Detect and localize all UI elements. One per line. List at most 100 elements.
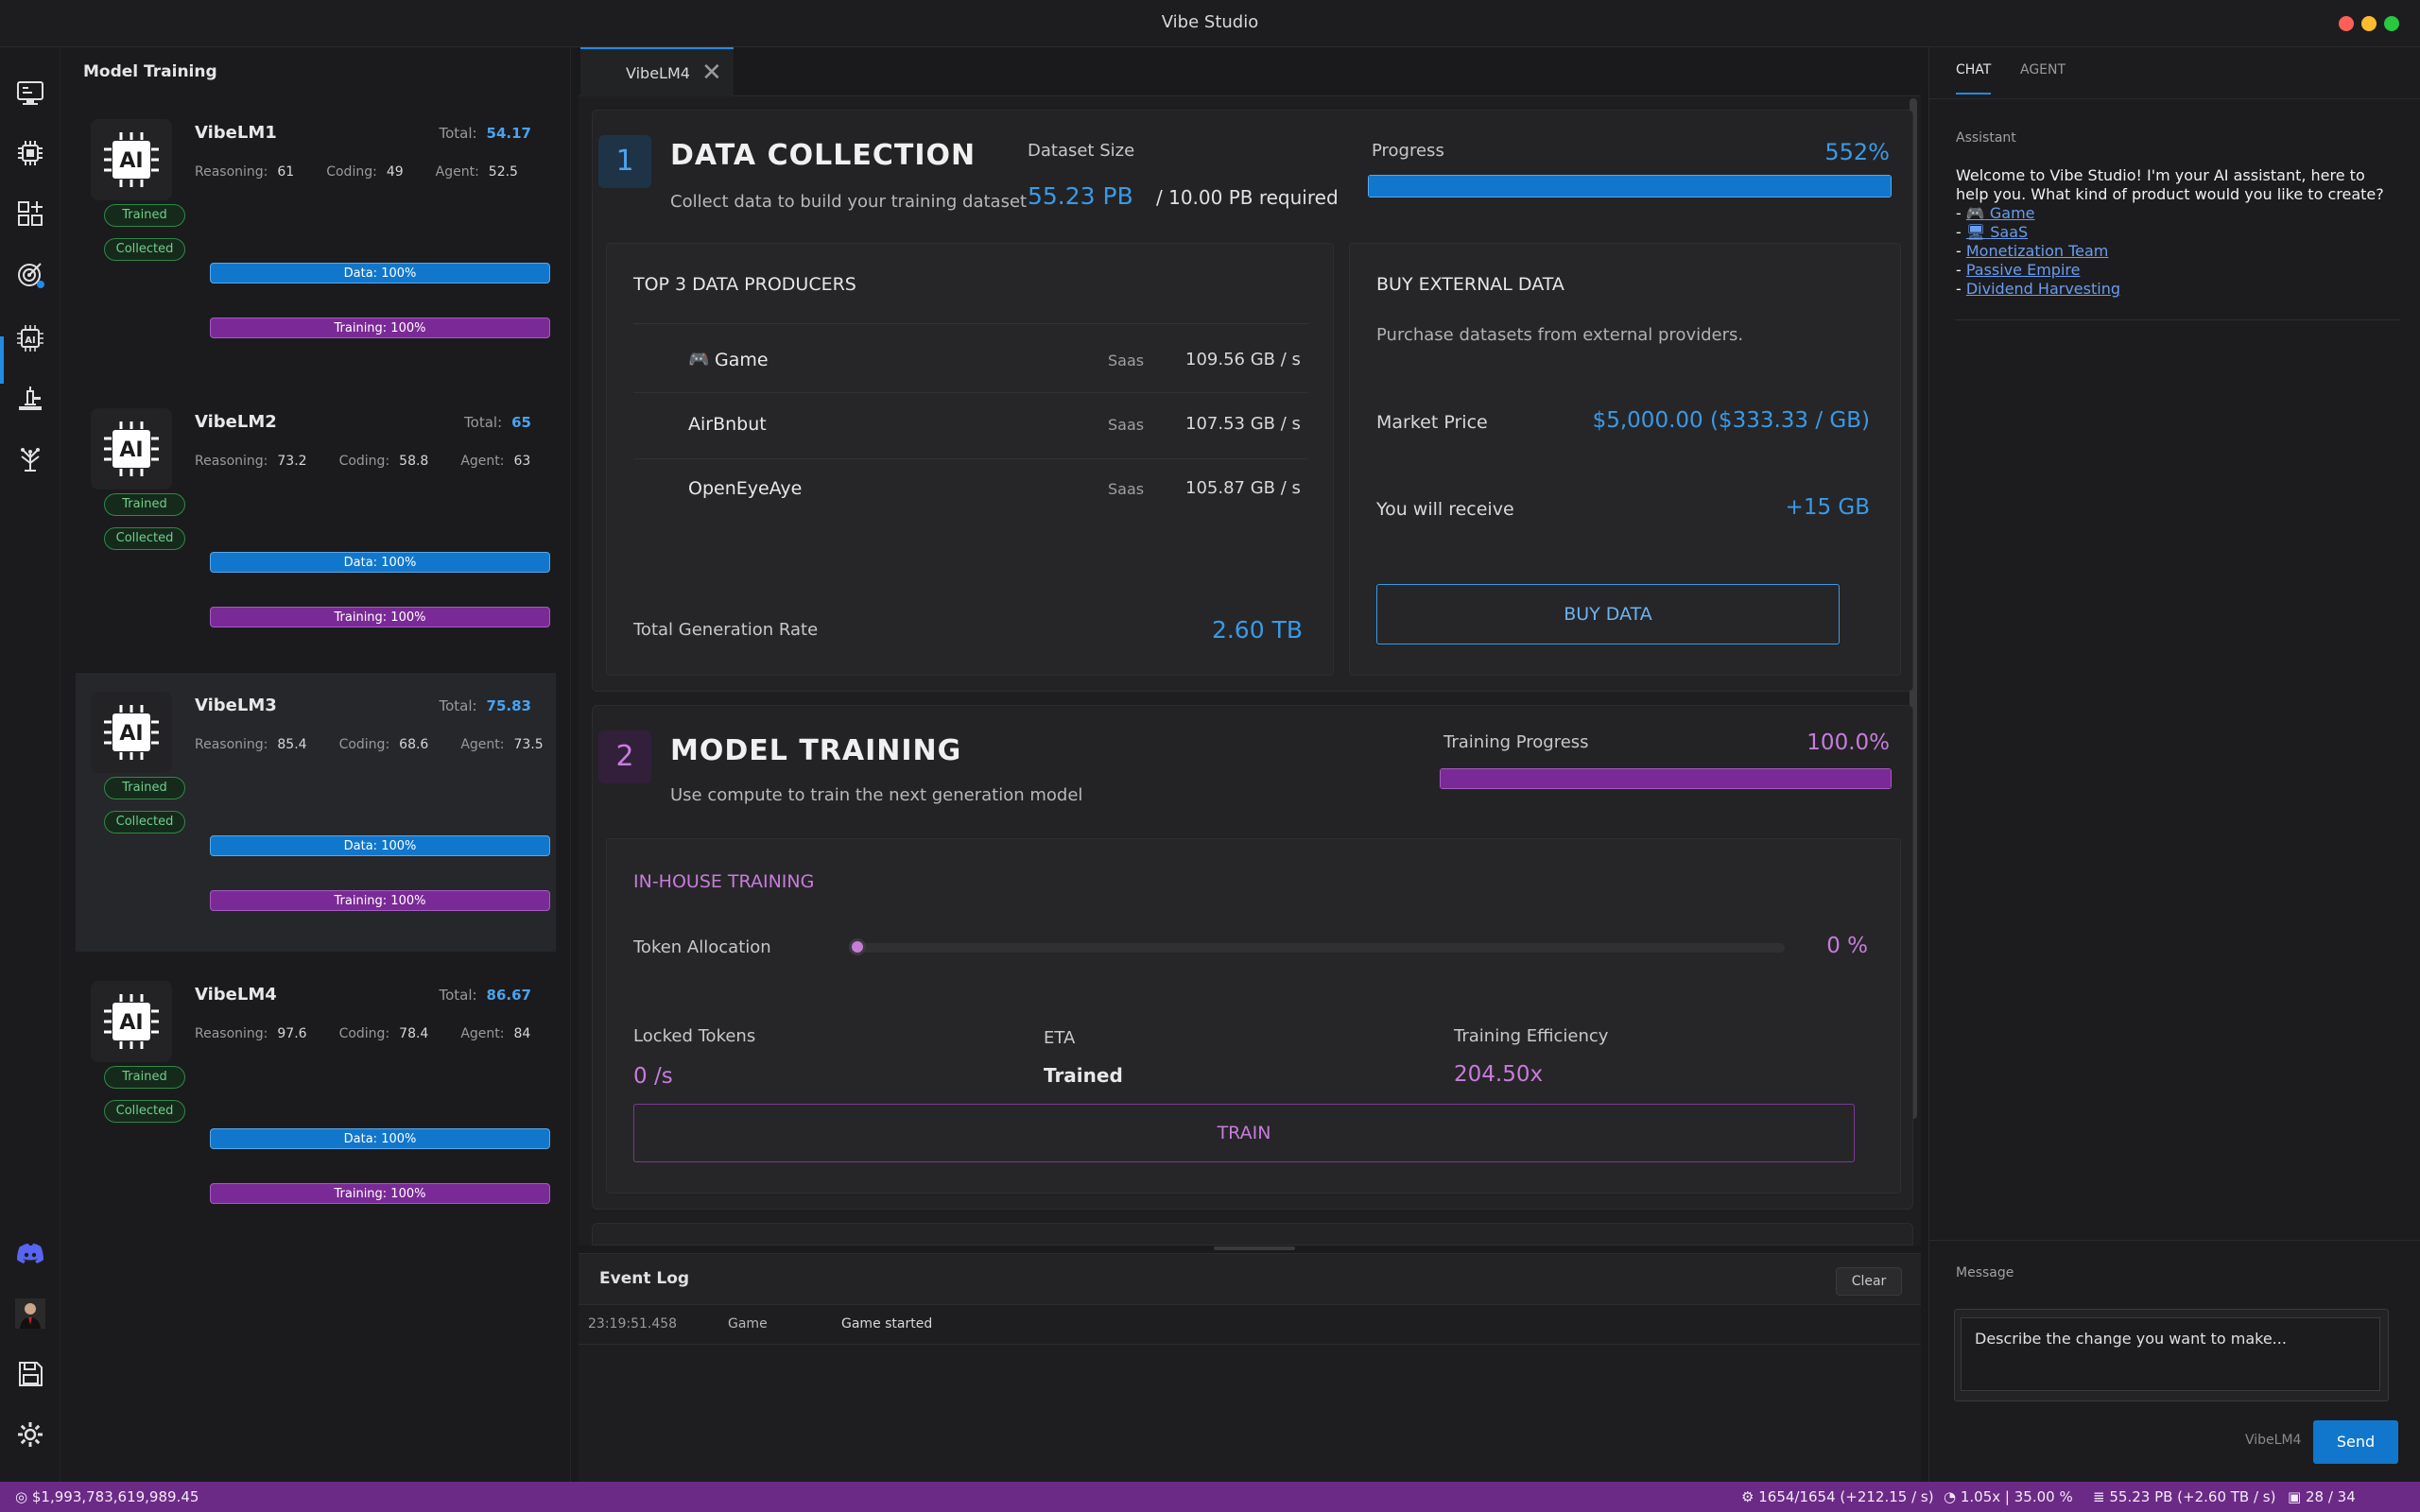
database-icon: ≣ [2093, 1488, 2105, 1505]
editor-tab-bar: VibeLM4 ✕ [579, 47, 1921, 96]
step-number: 2 [598, 730, 651, 783]
panel-title: Model Training [83, 62, 217, 81]
training-progress-label: Training Progress [1443, 732, 1589, 752]
log-message: Game started [841, 1316, 933, 1332]
producer-row: 🎮 Game Saas 109.56 GB / s [633, 329, 1308, 393]
locked-tokens-value: 0 /s [633, 1064, 673, 1089]
money-display: ◎ $1,993,783,619,989.45 [15, 1488, 199, 1505]
data-progress-fill [1368, 175, 1892, 198]
dataset-size-value: 55.23 PB [1028, 182, 1133, 210]
tab-chat[interactable]: CHAT [1956, 62, 1992, 94]
event-log-title: Event Log [599, 1269, 690, 1288]
in-house-training-panel: IN-HOUSE TRAINING Token Allocation 0 % L… [606, 838, 1901, 1194]
send-button[interactable]: Send [2313, 1420, 2398, 1464]
assistant-label: Assistant [1956, 130, 2016, 146]
progress-value: 552% [1824, 139, 1890, 165]
model-card-vibelm4[interactable]: AI VibeLM4 Total: 86.67 Reasoning: 97.6 Cod… [76, 962, 556, 1241]
svg-text:AI: AI [119, 149, 143, 173]
producer-rate: 109.56 GB / s [1185, 350, 1301, 369]
training-progress-track [1440, 768, 1892, 789]
save-icon[interactable] [13, 1357, 47, 1391]
nav-research-icon[interactable] [13, 382, 47, 416]
avatar[interactable] [13, 1297, 47, 1331]
welcome-text: Welcome to Vibe Studio! I'm your AI assi… [1956, 166, 2384, 203]
ai-chip-icon: AI [91, 119, 172, 200]
nav-apps-icon[interactable] [13, 197, 47, 231]
data-progress-track [1368, 175, 1892, 198]
trained-badge: Trained [104, 204, 185, 227]
clear-log-button[interactable]: Clear [1836, 1267, 1902, 1296]
discord-icon[interactable] [13, 1236, 47, 1270]
training-progress-bar: Training: 100% [210, 1183, 550, 1204]
maximize-window-button[interactable] [2384, 16, 2399, 31]
settings-gear-icon[interactable] [13, 1418, 47, 1452]
slider-handle[interactable] [849, 938, 866, 955]
option-link-dividend[interactable]: Dividend Harvesting [1966, 280, 2120, 298]
navigation-rail: AI [0, 47, 60, 1482]
context-label: VibeLM4 [2245, 1433, 2302, 1448]
nav-dashboard-icon[interactable] [13, 76, 47, 110]
title-bar: Vibe Studio [0, 0, 2420, 47]
model-stats: Reasoning: 61 Coding: 49 Agent: 52.5 [195, 164, 518, 180]
model-total: Total: 54.17 [439, 125, 531, 142]
model-card-vibelm3[interactable]: AI VibeLM3 Total: 75.83 Reasoning: 85.4 Cod… [76, 673, 556, 952]
collected-badge: Collected [104, 811, 185, 833]
model-training-panel: Model Training AI VibeLM1 Total: 54.17 Re… [60, 47, 571, 1482]
data-progress-bar: Data: 100% [210, 1128, 550, 1149]
nav-tree-icon[interactable] [13, 442, 47, 476]
producer-rate: 107.53 GB / s [1185, 414, 1301, 434]
nav-target-icon[interactable] [13, 257, 47, 291]
tab-label: VibeLM4 [626, 64, 690, 82]
option-link-saas[interactable]: 🖥 SaaS [1966, 223, 2028, 241]
speed-display: ◔ 1.05x | 35.00 % [1944, 1488, 2073, 1505]
eta-label: ETA [1044, 1028, 1076, 1048]
tab-agent[interactable]: AGENT [2020, 62, 2066, 77]
close-tab-icon[interactable]: ✕ [701, 59, 722, 87]
close-window-button[interactable] [2339, 16, 2354, 31]
nav-compute-icon[interactable] [13, 136, 47, 170]
event-log-panel: Event Log Clear 23:19:51.458 Game Game s… [579, 1246, 1921, 1482]
nav-model-training-icon[interactable]: AI [13, 321, 47, 355]
producers-title: TOP 3 DATA PRODUCERS [633, 274, 856, 295]
producer-name: OpenEyeAye [688, 478, 803, 499]
coin-icon: ◎ [15, 1488, 28, 1505]
model-card-vibelm1[interactable]: AI VibeLM1 Total: 54.17 Reasoning: 61 Codin… [76, 108, 556, 387]
window-title: Vibe Studio [1161, 12, 1259, 32]
log-time: 23:19:51.458 [588, 1316, 678, 1332]
model-card-vibelm2[interactable]: AI VibeLM2 Total: 65 Reasoning: 73.2 Coding… [76, 397, 556, 676]
producer-name: Game [715, 350, 769, 370]
train-button[interactable]: TRAIN [633, 1104, 1855, 1162]
assistant-message: Welcome to Vibe Studio! I'm your AI assi… [1956, 166, 2400, 299]
producer-type: Saas [1108, 416, 1145, 434]
option-item: - Dividend Harvesting [1956, 280, 2120, 298]
option-link-game[interactable]: 🎮 Game [1966, 204, 2035, 222]
locked-tokens-label: Locked Tokens [633, 1026, 756, 1046]
option-item: - 🖥 SaaS [1956, 223, 2029, 241]
efficiency-label: Training Efficiency [1454, 1026, 1609, 1046]
log-row: 23:19:51.458 Game Game started [579, 1305, 1921, 1345]
efficiency-value: 204.50x [1454, 1062, 1544, 1087]
svg-text:AI: AI [119, 722, 143, 746]
training-progress-fill [1440, 768, 1892, 789]
data-progress-bar: Data: 100% [210, 835, 550, 856]
trained-badge: Trained [104, 777, 185, 799]
svg-text:AI: AI [25, 335, 35, 346]
active-nav-indicator [0, 336, 4, 384]
token-allocation-slider[interactable] [849, 938, 1785, 955]
model-total: Total: 86.67 [439, 987, 531, 1004]
collected-badge: Collected [104, 527, 185, 550]
minimize-window-button[interactable] [2361, 16, 2377, 31]
message-input[interactable]: Describe the change you want to make... [1961, 1317, 2380, 1391]
resize-handle[interactable] [1214, 1246, 1295, 1250]
training-progress-bar: Training: 100% [210, 890, 550, 911]
tokens-display: ⚙ 1654/1654 (+212.15 / s) [1741, 1488, 1934, 1505]
event-log-header: Event Log Clear [579, 1254, 1921, 1305]
next-section-peek [592, 1223, 1913, 1246]
option-link-passive-empire[interactable]: Passive Empire [1966, 261, 2081, 279]
producer-rate: 105.87 GB / s [1185, 478, 1301, 498]
buy-data-button[interactable]: BUY DATA [1376, 584, 1840, 644]
tab-vibelm4[interactable]: VibeLM4 ✕ [580, 47, 734, 96]
svg-text:AI: AI [119, 1011, 143, 1035]
assistant-chat-panel: CHAT AGENT Assistant Welcome to Vibe Stu… [1928, 47, 2420, 1482]
option-link-monetization[interactable]: Monetization Team [1966, 242, 2109, 260]
